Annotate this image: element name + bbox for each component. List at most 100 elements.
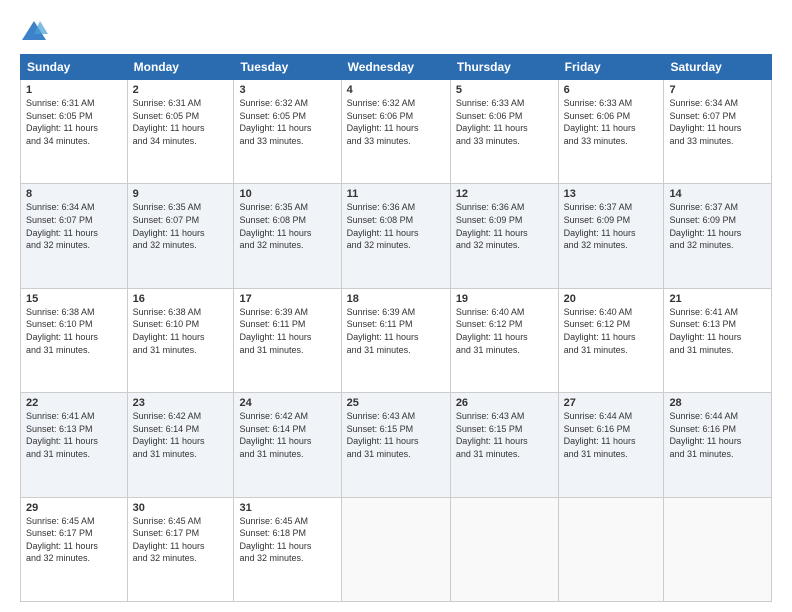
calendar-week-row: 1Sunrise: 6:31 AM Sunset: 6:05 PM Daylig…: [21, 80, 772, 184]
weekday-header: Monday: [127, 55, 234, 80]
day-number: 26: [456, 397, 553, 409]
day-info: Sunrise: 6:34 AM Sunset: 6:07 PM Dayligh…: [26, 201, 122, 251]
day-number: 5: [456, 84, 553, 96]
day-number: 6: [564, 84, 659, 96]
page: SundayMondayTuesdayWednesdayThursdayFrid…: [0, 0, 792, 612]
day-info: Sunrise: 6:43 AM Sunset: 6:15 PM Dayligh…: [347, 410, 445, 460]
day-info: Sunrise: 6:36 AM Sunset: 6:09 PM Dayligh…: [456, 201, 553, 251]
calendar-cell: 8Sunrise: 6:34 AM Sunset: 6:07 PM Daylig…: [21, 184, 128, 288]
day-number: 3: [239, 84, 335, 96]
calendar-cell: 10Sunrise: 6:35 AM Sunset: 6:08 PM Dayli…: [234, 184, 341, 288]
calendar-cell: [341, 497, 450, 601]
day-number: 25: [347, 397, 445, 409]
weekday-header: Sunday: [21, 55, 128, 80]
logo: [20, 18, 51, 46]
day-number: 12: [456, 188, 553, 200]
weekday-header: Friday: [558, 55, 664, 80]
calendar-week-row: 8Sunrise: 6:34 AM Sunset: 6:07 PM Daylig…: [21, 184, 772, 288]
calendar-cell: 29Sunrise: 6:45 AM Sunset: 6:17 PM Dayli…: [21, 497, 128, 601]
calendar-cell: 31Sunrise: 6:45 AM Sunset: 6:18 PM Dayli…: [234, 497, 341, 601]
day-info: Sunrise: 6:37 AM Sunset: 6:09 PM Dayligh…: [564, 201, 659, 251]
day-number: 31: [239, 502, 335, 514]
day-info: Sunrise: 6:38 AM Sunset: 6:10 PM Dayligh…: [133, 306, 229, 356]
day-number: 19: [456, 293, 553, 305]
day-info: Sunrise: 6:44 AM Sunset: 6:16 PM Dayligh…: [669, 410, 766, 460]
calendar-cell: 30Sunrise: 6:45 AM Sunset: 6:17 PM Dayli…: [127, 497, 234, 601]
calendar-cell: 17Sunrise: 6:39 AM Sunset: 6:11 PM Dayli…: [234, 288, 341, 392]
day-info: Sunrise: 6:40 AM Sunset: 6:12 PM Dayligh…: [564, 306, 659, 356]
calendar-cell: 12Sunrise: 6:36 AM Sunset: 6:09 PM Dayli…: [450, 184, 558, 288]
day-info: Sunrise: 6:40 AM Sunset: 6:12 PM Dayligh…: [456, 306, 553, 356]
calendar-header-row: SundayMondayTuesdayWednesdayThursdayFrid…: [21, 55, 772, 80]
calendar-cell: 24Sunrise: 6:42 AM Sunset: 6:14 PM Dayli…: [234, 393, 341, 497]
calendar-week-row: 15Sunrise: 6:38 AM Sunset: 6:10 PM Dayli…: [21, 288, 772, 392]
weekday-header: Tuesday: [234, 55, 341, 80]
day-number: 1: [26, 84, 122, 96]
day-number: 27: [564, 397, 659, 409]
calendar-cell: [450, 497, 558, 601]
calendar-week-row: 29Sunrise: 6:45 AM Sunset: 6:17 PM Dayli…: [21, 497, 772, 601]
day-info: Sunrise: 6:34 AM Sunset: 6:07 PM Dayligh…: [669, 97, 766, 147]
calendar-cell: 4Sunrise: 6:32 AM Sunset: 6:06 PM Daylig…: [341, 80, 450, 184]
day-info: Sunrise: 6:45 AM Sunset: 6:17 PM Dayligh…: [26, 515, 122, 565]
day-info: Sunrise: 6:39 AM Sunset: 6:11 PM Dayligh…: [347, 306, 445, 356]
calendar-cell: 9Sunrise: 6:35 AM Sunset: 6:07 PM Daylig…: [127, 184, 234, 288]
calendar-cell: 6Sunrise: 6:33 AM Sunset: 6:06 PM Daylig…: [558, 80, 664, 184]
day-number: 17: [239, 293, 335, 305]
calendar-cell: 15Sunrise: 6:38 AM Sunset: 6:10 PM Dayli…: [21, 288, 128, 392]
calendar-cell: 11Sunrise: 6:36 AM Sunset: 6:08 PM Dayli…: [341, 184, 450, 288]
calendar-cell: 26Sunrise: 6:43 AM Sunset: 6:15 PM Dayli…: [450, 393, 558, 497]
day-number: 11: [347, 188, 445, 200]
calendar-cell: 3Sunrise: 6:32 AM Sunset: 6:05 PM Daylig…: [234, 80, 341, 184]
day-info: Sunrise: 6:37 AM Sunset: 6:09 PM Dayligh…: [669, 201, 766, 251]
day-info: Sunrise: 6:42 AM Sunset: 6:14 PM Dayligh…: [133, 410, 229, 460]
day-number: 18: [347, 293, 445, 305]
day-info: Sunrise: 6:35 AM Sunset: 6:08 PM Dayligh…: [239, 201, 335, 251]
calendar-cell: 16Sunrise: 6:38 AM Sunset: 6:10 PM Dayli…: [127, 288, 234, 392]
day-number: 16: [133, 293, 229, 305]
calendar-cell: 20Sunrise: 6:40 AM Sunset: 6:12 PM Dayli…: [558, 288, 664, 392]
calendar-cell: 27Sunrise: 6:44 AM Sunset: 6:16 PM Dayli…: [558, 393, 664, 497]
day-info: Sunrise: 6:32 AM Sunset: 6:05 PM Dayligh…: [239, 97, 335, 147]
day-info: Sunrise: 6:39 AM Sunset: 6:11 PM Dayligh…: [239, 306, 335, 356]
day-info: Sunrise: 6:32 AM Sunset: 6:06 PM Dayligh…: [347, 97, 445, 147]
day-info: Sunrise: 6:31 AM Sunset: 6:05 PM Dayligh…: [133, 97, 229, 147]
calendar-cell: [664, 497, 772, 601]
day-info: Sunrise: 6:31 AM Sunset: 6:05 PM Dayligh…: [26, 97, 122, 147]
day-info: Sunrise: 6:41 AM Sunset: 6:13 PM Dayligh…: [669, 306, 766, 356]
day-number: 24: [239, 397, 335, 409]
calendar-cell: 1Sunrise: 6:31 AM Sunset: 6:05 PM Daylig…: [21, 80, 128, 184]
calendar-cell: 5Sunrise: 6:33 AM Sunset: 6:06 PM Daylig…: [450, 80, 558, 184]
calendar-cell: 19Sunrise: 6:40 AM Sunset: 6:12 PM Dayli…: [450, 288, 558, 392]
calendar-cell: 18Sunrise: 6:39 AM Sunset: 6:11 PM Dayli…: [341, 288, 450, 392]
day-number: 4: [347, 84, 445, 96]
calendar-cell: [558, 497, 664, 601]
calendar-cell: 28Sunrise: 6:44 AM Sunset: 6:16 PM Dayli…: [664, 393, 772, 497]
calendar-week-row: 22Sunrise: 6:41 AM Sunset: 6:13 PM Dayli…: [21, 393, 772, 497]
day-number: 9: [133, 188, 229, 200]
day-number: 21: [669, 293, 766, 305]
day-info: Sunrise: 6:33 AM Sunset: 6:06 PM Dayligh…: [564, 97, 659, 147]
day-info: Sunrise: 6:33 AM Sunset: 6:06 PM Dayligh…: [456, 97, 553, 147]
weekday-header: Wednesday: [341, 55, 450, 80]
day-number: 15: [26, 293, 122, 305]
day-number: 2: [133, 84, 229, 96]
calendar-cell: 7Sunrise: 6:34 AM Sunset: 6:07 PM Daylig…: [664, 80, 772, 184]
calendar-cell: 22Sunrise: 6:41 AM Sunset: 6:13 PM Dayli…: [21, 393, 128, 497]
day-number: 23: [133, 397, 229, 409]
day-number: 22: [26, 397, 122, 409]
weekday-header: Saturday: [664, 55, 772, 80]
calendar-cell: 14Sunrise: 6:37 AM Sunset: 6:09 PM Dayli…: [664, 184, 772, 288]
day-number: 30: [133, 502, 229, 514]
calendar-cell: 13Sunrise: 6:37 AM Sunset: 6:09 PM Dayli…: [558, 184, 664, 288]
day-info: Sunrise: 6:45 AM Sunset: 6:18 PM Dayligh…: [239, 515, 335, 565]
day-info: Sunrise: 6:38 AM Sunset: 6:10 PM Dayligh…: [26, 306, 122, 356]
day-number: 29: [26, 502, 122, 514]
day-info: Sunrise: 6:42 AM Sunset: 6:14 PM Dayligh…: [239, 410, 335, 460]
logo-icon: [20, 18, 48, 46]
day-info: Sunrise: 6:36 AM Sunset: 6:08 PM Dayligh…: [347, 201, 445, 251]
day-info: Sunrise: 6:45 AM Sunset: 6:17 PM Dayligh…: [133, 515, 229, 565]
calendar-cell: 25Sunrise: 6:43 AM Sunset: 6:15 PM Dayli…: [341, 393, 450, 497]
day-info: Sunrise: 6:35 AM Sunset: 6:07 PM Dayligh…: [133, 201, 229, 251]
calendar-cell: 21Sunrise: 6:41 AM Sunset: 6:13 PM Dayli…: [664, 288, 772, 392]
